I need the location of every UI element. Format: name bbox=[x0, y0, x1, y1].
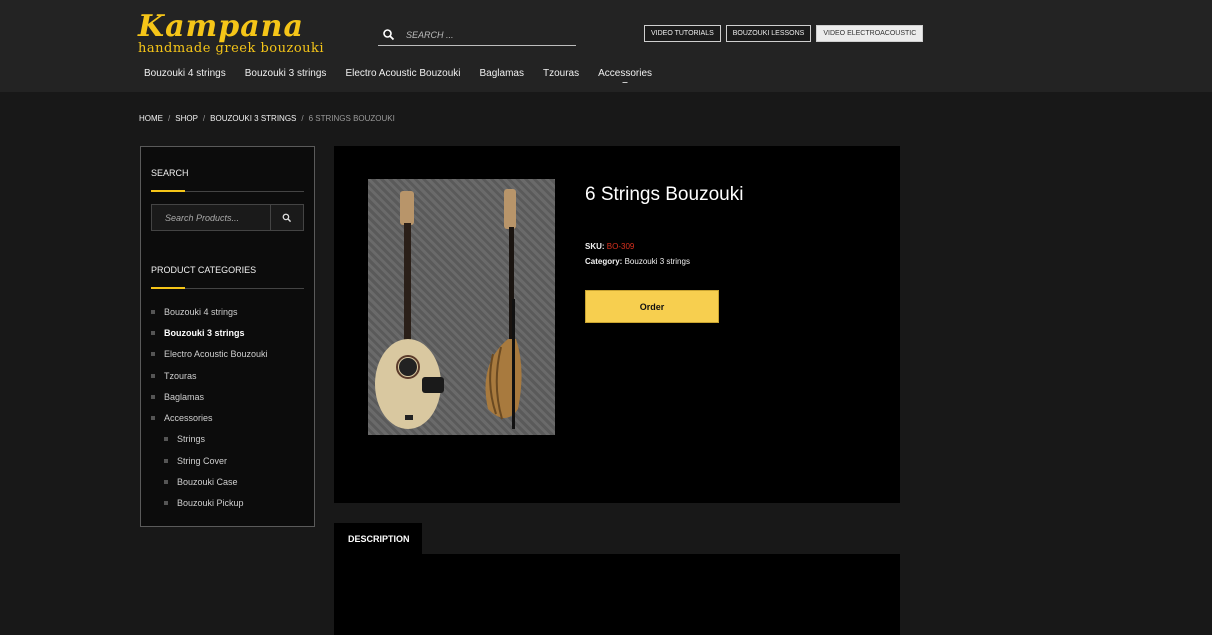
nav-item-accessories[interactable]: Accessories bbox=[598, 68, 652, 83]
category-label: Bouzouki 4 strings bbox=[164, 306, 238, 317]
order-button[interactable]: Order bbox=[585, 290, 719, 323]
category-label: Bouzouki Case bbox=[177, 477, 238, 488]
sku-label: SKU: bbox=[585, 242, 605, 251]
nav-item-accessories-label: Accessories bbox=[598, 68, 652, 79]
sku-value: BO-309 bbox=[606, 242, 635, 251]
search-icon bbox=[282, 213, 292, 222]
category-label: Category: bbox=[585, 257, 623, 266]
breadcrumb-shop[interactable]: SHOP bbox=[175, 114, 198, 123]
description-panel bbox=[334, 554, 900, 635]
product-search-input[interactable] bbox=[152, 212, 270, 223]
breadcrumb-separator: / bbox=[202, 114, 206, 123]
bullet-icon bbox=[151, 352, 155, 357]
category-item-strings[interactable]: Strings bbox=[151, 429, 268, 450]
category-list: Bouzouki 4 strings Bouzouki 3 strings El… bbox=[151, 301, 268, 514]
category-label: Baglamas bbox=[164, 391, 205, 402]
category-item-tzouras[interactable]: Tzouras bbox=[151, 365, 268, 386]
categories-widget-divider bbox=[151, 287, 304, 289]
category-item-baglamas[interactable]: Baglamas bbox=[151, 386, 268, 407]
top-buttons: VIDEO TUTORIALS BOUZOUKI LESSONS VIDEO E… bbox=[644, 25, 924, 42]
category-label: Strings bbox=[177, 434, 206, 445]
category-label: Electro Acoustic Bouzouki bbox=[164, 349, 268, 360]
site-logo[interactable]: Kampana handmade greek bouzouki bbox=[138, 12, 324, 56]
bullet-icon bbox=[151, 373, 155, 378]
category-item-accessories[interactable]: Accessories bbox=[151, 407, 268, 428]
category-label: Bouzouki Pickup bbox=[177, 498, 244, 509]
logo-tagline: handmade greek bouzouki bbox=[138, 41, 325, 56]
header-search bbox=[378, 24, 576, 46]
product-title: 6 Strings Bouzouki bbox=[585, 184, 744, 205]
product-image[interactable] bbox=[368, 179, 555, 435]
categories-widget-title: PRODUCT CATEGORIES bbox=[151, 265, 257, 275]
header-search-input[interactable] bbox=[406, 29, 566, 40]
divider-accent bbox=[151, 287, 185, 289]
category-item-bouzouki-pickup[interactable]: Bouzouki Pickup bbox=[151, 493, 268, 514]
category-item-bouzouki-3-strings[interactable]: Bouzouki 3 strings bbox=[151, 322, 268, 343]
category-item-bouzouki-4-strings[interactable]: Bouzouki 4 strings bbox=[151, 301, 268, 322]
bullet-icon bbox=[151, 309, 155, 314]
category-item-string-cover[interactable]: String Cover bbox=[151, 450, 268, 471]
category-label: Bouzouki 3 strings bbox=[164, 327, 245, 338]
search-icon[interactable] bbox=[382, 28, 396, 42]
main-nav: Bouzouki 4 strings Bouzouki 3 strings El… bbox=[144, 68, 652, 83]
product-search bbox=[151, 204, 304, 231]
bouzouki-image bbox=[375, 189, 522, 429]
search-widget-divider bbox=[151, 190, 304, 192]
nav-item-bouzouki-3-strings[interactable]: Bouzouki 3 strings bbox=[245, 68, 327, 79]
breadcrumb-category[interactable]: BOUZOUKI 3 STRINGS bbox=[210, 114, 296, 123]
nav-item-electro-acoustic[interactable]: Electro Acoustic Bouzouki bbox=[345, 68, 460, 79]
category-item-bouzouki-case[interactable]: Bouzouki Case bbox=[151, 471, 268, 492]
bullet-icon bbox=[164, 437, 168, 442]
category-label: Tzouras bbox=[164, 370, 197, 381]
bullet-icon bbox=[164, 480, 168, 485]
nav-item-baglamas[interactable]: Baglamas bbox=[480, 68, 524, 79]
product-sku: SKU: BO-309 bbox=[585, 242, 634, 251]
category-label: String Cover bbox=[177, 455, 228, 466]
breadcrumb-separator: / bbox=[301, 114, 304, 123]
breadcrumb-separator: / bbox=[168, 114, 171, 123]
divider-accent bbox=[151, 190, 185, 192]
category-link[interactable]: Bouzouki 3 strings bbox=[625, 257, 690, 266]
breadcrumb: HOME / SHOP / BOUZOUKI 3 STRINGS / 6 STR… bbox=[139, 114, 395, 123]
bullet-icon bbox=[151, 394, 155, 399]
submenu-indicator-icon bbox=[622, 82, 628, 83]
nav-item-bouzouki-4-strings[interactable]: Bouzouki 4 strings bbox=[144, 68, 226, 79]
category-label: Accessories bbox=[164, 413, 213, 424]
breadcrumb-home[interactable]: HOME bbox=[139, 114, 163, 123]
product-category: Category: Bouzouki 3 strings bbox=[585, 257, 690, 266]
video-tutorials-button[interactable]: VIDEO TUTORIALS bbox=[644, 25, 721, 42]
bullet-icon bbox=[151, 416, 155, 421]
bouzouki-lessons-button[interactable]: BOUZOUKI LESSONS bbox=[725, 25, 812, 42]
bullet-icon bbox=[164, 501, 168, 506]
search-widget-title: SEARCH bbox=[151, 168, 189, 178]
logo-title: Kampana bbox=[138, 9, 304, 44]
nav-item-tzouras[interactable]: Tzouras bbox=[543, 68, 579, 79]
tab-description[interactable]: DESCRIPTION bbox=[334, 523, 422, 554]
sidebar: SEARCH PRODUCT CATEGORIES Bouzouki 4 str… bbox=[140, 146, 315, 527]
product-search-button[interactable] bbox=[270, 204, 303, 231]
product-summary: 6 Strings Bouzouki SKU: BO-309 Category:… bbox=[334, 146, 900, 503]
bullet-icon bbox=[164, 458, 168, 463]
bullet-icon bbox=[151, 330, 155, 335]
category-item-electro-acoustic[interactable]: Electro Acoustic Bouzouki bbox=[151, 344, 268, 365]
site-header: Kampana handmade greek bouzouki VIDEO TU… bbox=[0, 0, 1212, 92]
breadcrumb-current: 6 STRINGS BOUZOUKI bbox=[308, 114, 395, 123]
video-electroacoustic-button[interactable]: VIDEO ELECTROACOUSTIC bbox=[816, 25, 924, 42]
